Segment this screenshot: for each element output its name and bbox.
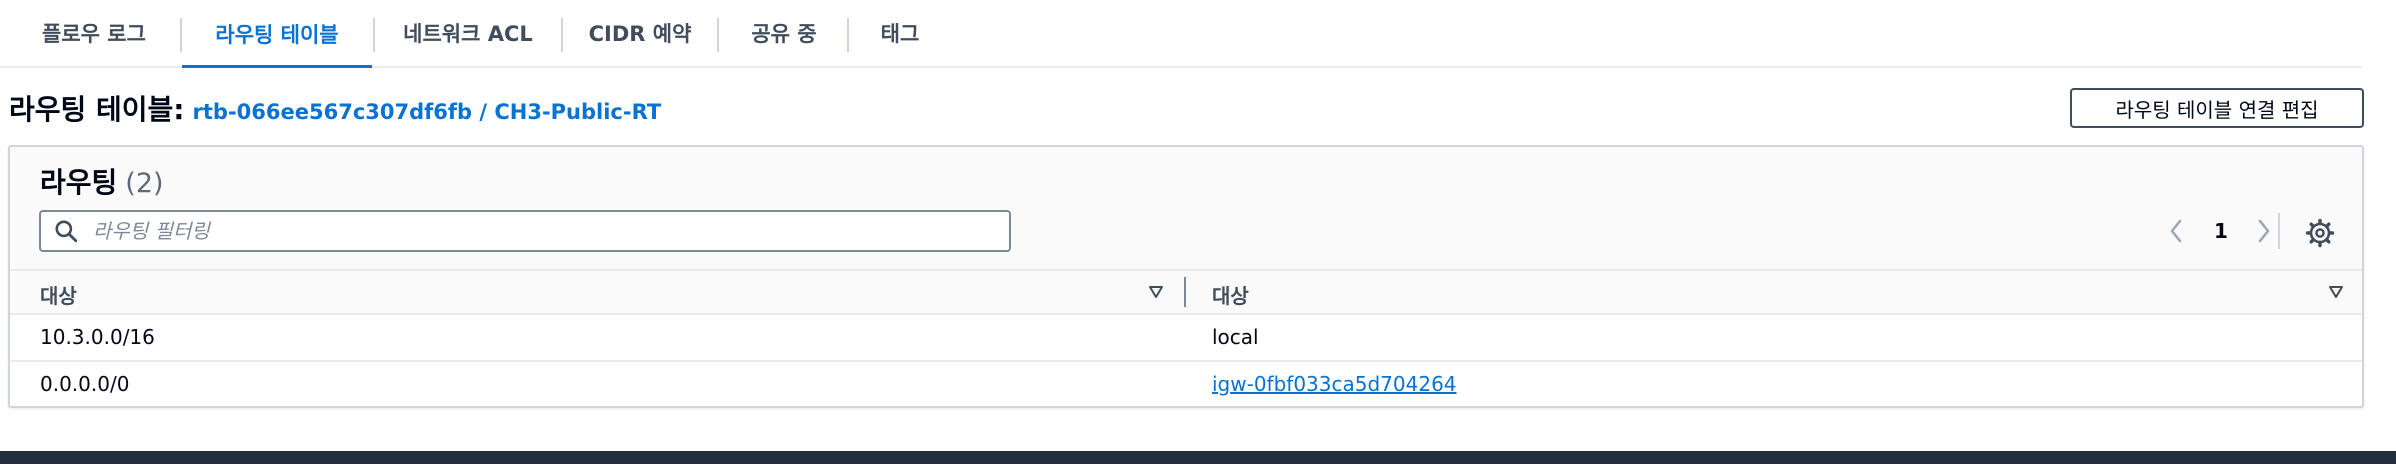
- tab-tags[interactable]: 태그: [859, 0, 941, 66]
- routes-panel: 라우팅(2) 1: [8, 145, 2364, 408]
- current-page-number[interactable]: 1: [2214, 219, 2228, 243]
- tab-divider: [561, 18, 563, 52]
- detail-tabs: 플로우 로그 라우팅 테이블 네트워크 ACL CIDR 예약 공유 중 태그: [0, 0, 2362, 68]
- tab-divider: [717, 18, 719, 52]
- tab-divider: [847, 18, 849, 52]
- tab-sharing[interactable]: 공유 중: [729, 0, 839, 66]
- edit-route-table-association-button[interactable]: 라우팅 테이블 연결 편집: [2070, 88, 2364, 128]
- caret-down-icon[interactable]: [1148, 284, 1164, 300]
- column-resizer[interactable]: [1184, 277, 1186, 307]
- column-header-destination[interactable]: 대상: [40, 280, 77, 309]
- search-icon: [55, 220, 78, 243]
- tab-divider: [373, 18, 375, 52]
- chevron-left-icon: [2170, 219, 2182, 243]
- routes-count: (2): [125, 168, 164, 199]
- route-target-link[interactable]: igw-0fbf033ca5d704264: [1212, 372, 1457, 396]
- pager-divider: [2278, 213, 2280, 249]
- route-destination: 0.0.0.0/0: [40, 372, 130, 396]
- route-table-header: 라우팅 테이블: rtb-066ee567c307df6fb / CH3-Pub…: [9, 88, 661, 128]
- routes-title: 라우팅 (2): [40, 161, 164, 201]
- tab-route-table[interactable]: 라우팅 테이블: [182, 2, 372, 68]
- route-filter-input[interactable]: [91, 218, 995, 244]
- tab-cidr-reservations[interactable]: CIDR 예약: [573, 0, 707, 66]
- caret-down-icon[interactable]: [2328, 284, 2344, 300]
- route-filter[interactable]: [39, 210, 1011, 252]
- table-header-row: 대상 대상: [10, 269, 2362, 315]
- route-table-title: 라우팅 테이블:: [9, 93, 185, 126]
- chevron-right-icon: [2258, 219, 2270, 243]
- table-row: 10.3.0.0/16 local: [10, 315, 2362, 362]
- routes-panel-header: 라우팅(2) 1: [10, 147, 2362, 269]
- next-page-button[interactable]: [2252, 214, 2276, 248]
- route-table-id-link[interactable]: rtb-066ee567c307df6fb / CH3-Public-RT: [193, 100, 662, 124]
- column-header-target[interactable]: 대상: [1212, 280, 1249, 309]
- table-row: 0.0.0.0/0 igw-0fbf033ca5d704264: [10, 362, 2362, 406]
- gear-icon[interactable]: [2305, 218, 2335, 248]
- tab-network-acl[interactable]: 네트워크 ACL: [385, 0, 551, 66]
- previous-page-button[interactable]: [2164, 214, 2188, 248]
- route-target: local: [1212, 325, 1259, 349]
- tab-flow-logs[interactable]: 플로우 로그: [20, 0, 168, 66]
- route-destination: 10.3.0.0/16: [40, 325, 155, 349]
- routes-title-label: 라우팅: [40, 166, 118, 199]
- console-footer: [0, 451, 2396, 464]
